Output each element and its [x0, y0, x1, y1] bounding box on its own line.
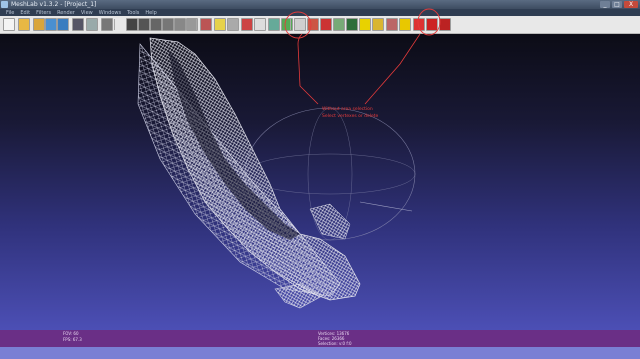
title-bar: MeshLab v1.3.2 - [Project_1] _ □ X [0, 0, 640, 9]
selection-count: Selection: v:0 f:0 [318, 341, 352, 346]
menu-bar: File Edit Filters Render View Windows To… [0, 9, 640, 16]
menu-file[interactable]: File [6, 10, 14, 16]
app-icon [1, 1, 8, 8]
bounding-box-icon[interactable] [101, 18, 113, 31]
fov-readout: FOV: 60 [63, 331, 79, 336]
back-face-icon[interactable] [254, 18, 266, 31]
toolbar [0, 16, 640, 34]
flat-lines-icon[interactable] [162, 18, 174, 31]
3d-viewport[interactable]: Without area selection Select vertexes o… [0, 34, 640, 330]
brush-icon[interactable] [386, 18, 398, 31]
point-cloud-mesh[interactable] [137, 37, 361, 309]
toolbar-separator [114, 19, 115, 30]
menu-windows[interactable]: Windows [99, 10, 121, 16]
double-side-icon[interactable] [227, 18, 239, 31]
select-connected-icon[interactable] [320, 18, 332, 31]
annotation-line-2: Select vertexes or delete [322, 114, 379, 119]
measure-icon[interactable] [333, 18, 345, 31]
new-file-icon[interactable] [3, 18, 15, 31]
info-icon[interactable] [399, 18, 411, 31]
toolbar-separator [68, 19, 69, 30]
manipulator-icon[interactable] [281, 18, 293, 31]
menu-filters[interactable]: Filters [36, 10, 51, 16]
status-bar: FOV: 60 FPS: 67.3 Vertices: 13676 Faces:… [0, 330, 640, 347]
mesh-canvas[interactable] [0, 34, 640, 330]
fps-readout: FPS: 67.3 [63, 337, 82, 342]
window-controls: _ □ X [600, 1, 638, 8]
toolbar-separator [290, 19, 291, 30]
window-title: MeshLab v1.3.2 - [Project_1] [11, 1, 97, 8]
toolbar-separator [196, 19, 197, 30]
fancy-light-icon[interactable] [241, 18, 253, 31]
delete-selection-icon[interactable] [439, 18, 451, 31]
maximize-button[interactable]: □ [612, 1, 622, 8]
select-vertices-icon[interactable] [294, 18, 306, 31]
texture-icon[interactable] [200, 18, 212, 31]
flat-icon[interactable] [174, 18, 186, 31]
annotation-icon[interactable] [359, 18, 371, 31]
select-faces-icon[interactable] [307, 18, 319, 31]
menu-render[interactable]: Render [57, 10, 75, 16]
wireframe-icon[interactable] [138, 18, 150, 31]
layer-icon[interactable] [268, 18, 280, 31]
pick-color-icon[interactable] [372, 18, 384, 31]
reload-icon[interactable] [45, 18, 57, 31]
hidden-lines-icon[interactable] [150, 18, 162, 31]
red-annotation-marks [297, 34, 421, 105]
open-project-icon[interactable] [33, 18, 45, 31]
light-icon[interactable] [214, 18, 226, 31]
menu-tools[interactable]: Tools [127, 10, 139, 16]
copy-icon[interactable] [86, 18, 98, 31]
snapshot-icon[interactable] [72, 18, 84, 31]
minimize-button[interactable]: _ [600, 1, 610, 8]
paint-icon[interactable] [346, 18, 358, 31]
points-icon[interactable] [126, 18, 138, 31]
open-folder-icon[interactable] [18, 18, 30, 31]
menu-help[interactable]: Help [145, 10, 156, 16]
bottom-log-panel [0, 347, 640, 359]
annotation-line-1: Without area selection [322, 107, 373, 112]
close-button[interactable]: X [624, 1, 638, 8]
toolbar-separator [437, 19, 438, 30]
delete-faces-icon[interactable] [413, 18, 425, 31]
menu-view[interactable]: View [81, 10, 93, 16]
menu-edit[interactable]: Edit [20, 10, 30, 16]
